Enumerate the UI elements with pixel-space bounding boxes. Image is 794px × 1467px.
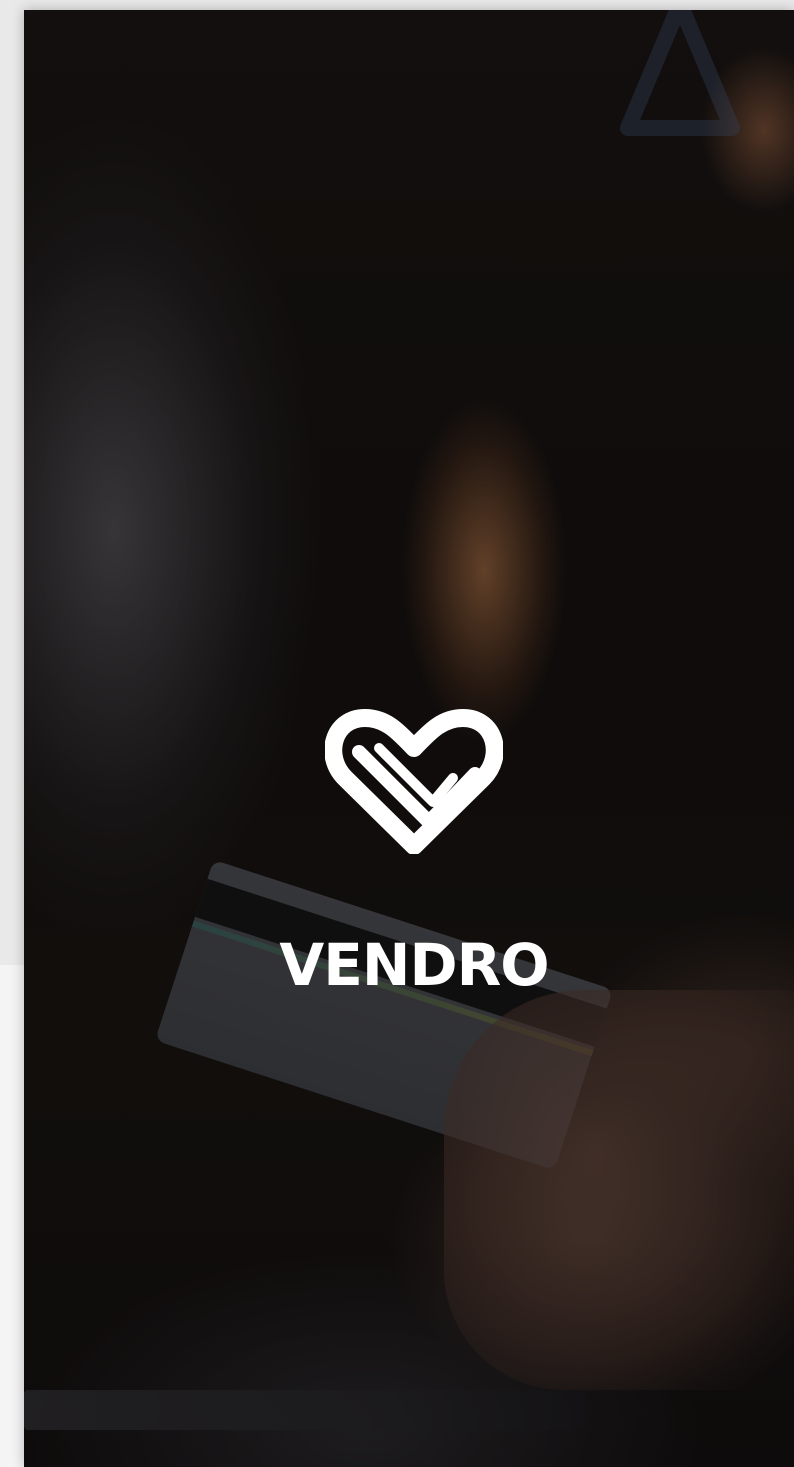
app-brand-name: VENDRO bbox=[279, 931, 549, 999]
page: VENDRO bbox=[0, 0, 794, 1467]
splash-screen: VENDRO bbox=[24, 10, 794, 1467]
heart-check-icon bbox=[325, 709, 503, 854]
